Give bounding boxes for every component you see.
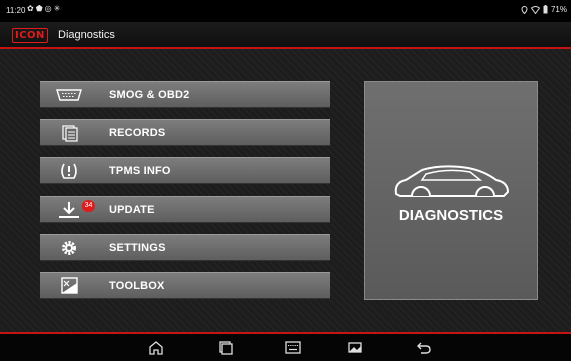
update-badge: 34 [82,200,95,212]
obd-connector-icon [56,89,82,101]
location-icon [521,5,528,14]
gear-icon [62,241,76,255]
settings-icon: ✿ [27,4,36,13]
shield-icon: ⬟ [35,4,45,13]
toolbox-icon [61,277,78,294]
icon-logo: ICON [12,28,48,43]
battery-percent: 71% [550,5,567,14]
menu-label: UPDATE [109,204,155,216]
page-title: Diagnostics [58,29,115,41]
smog-obd2-button[interactable]: SMOG & OBD2 [40,81,330,108]
back-icon[interactable] [415,339,433,356]
diagnostics-button[interactable]: DIAGNOSTICS [364,81,538,300]
update-button[interactable]: 34 UPDATE [40,196,330,223]
wifi-icon [530,5,540,14]
menu-label: RECORDS [109,127,166,139]
screenshot-icon[interactable] [346,339,364,356]
diagnostics-label: DIAGNOSTICS [398,207,504,224]
tpms-icon [61,163,77,179]
title-bar: ICON Diagnostics [0,22,571,49]
menu-label: SMOG & OBD2 [109,89,190,101]
status-right: 71% [521,5,567,14]
recent-apps-icon[interactable] [217,339,235,356]
wifi-small-icon: ✳ [53,4,63,13]
status-time: 11:20 [6,6,26,15]
status-notification-icons: ✿⬟◎✳ [27,4,62,13]
keyboard-icon[interactable] [284,339,302,356]
status-bar: 11:20 ✿⬟◎✳ 71% [0,0,571,22]
toolbox-button[interactable]: TOOLBOX [40,272,330,299]
system-nav-bar [0,334,571,361]
records-button[interactable]: RECORDS [40,119,330,146]
settings-button[interactable]: SETTINGS [40,234,330,261]
car-icon [394,165,510,197]
battery-icon [543,5,548,14]
main-area: SMOG & OBD2 RECORDS TPMS INFO 34 UPDATE [0,49,571,332]
records-icon [62,125,78,142]
home-icon[interactable] [147,339,165,356]
tpms-info-button[interactable]: TPMS INFO [40,157,330,184]
at-icon: ◎ [44,4,54,13]
download-icon [59,202,79,218]
menu-label: TOOLBOX [109,280,165,292]
menu-label: SETTINGS [109,242,166,254]
menu-label: TPMS INFO [109,165,171,177]
